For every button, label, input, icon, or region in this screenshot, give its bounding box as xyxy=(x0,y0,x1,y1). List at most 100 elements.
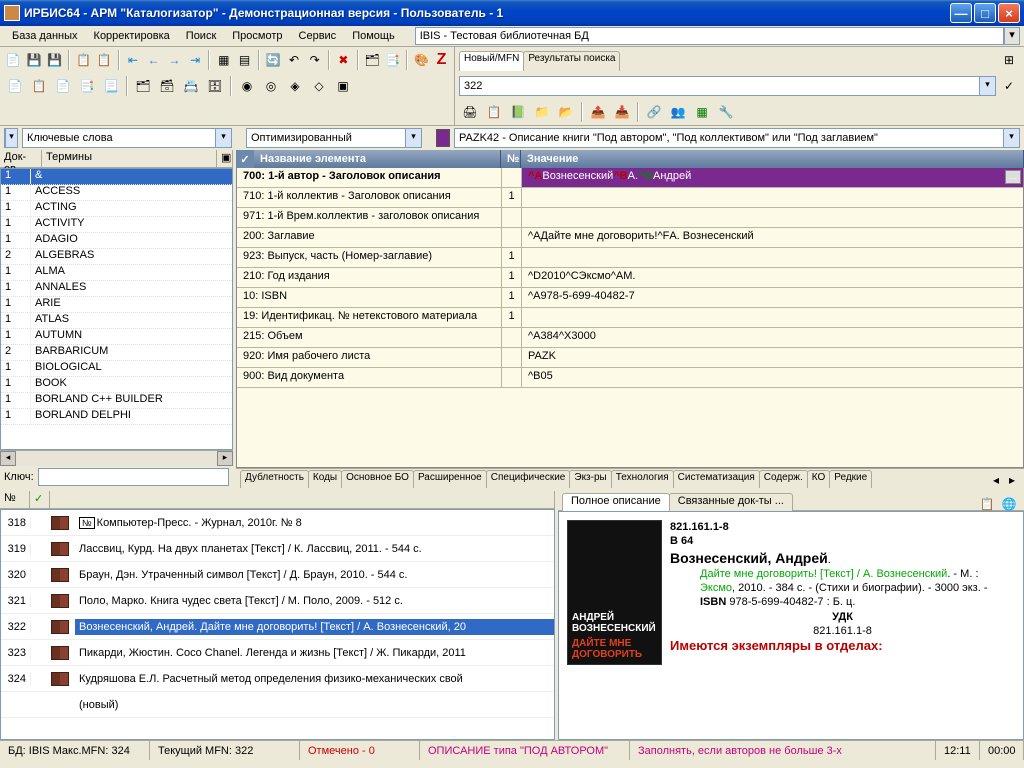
doc5-icon[interactable]: 📃 xyxy=(100,75,122,97)
field-row[interactable]: 971: 1-й Врем.коллектив - заголовок опис… xyxy=(237,208,1023,228)
redo-icon[interactable]: ↷ xyxy=(305,49,324,71)
field-row[interactable]: 200: Заглавие^AДайте мне договорить!^FА.… xyxy=(237,228,1023,248)
term-row[interactable]: 1ALMA xyxy=(1,265,232,281)
close-button[interactable]: × xyxy=(998,3,1020,23)
term-row[interactable]: 1BIOLOGICAL xyxy=(1,361,232,377)
save-all-icon[interactable]: 💾 xyxy=(45,49,64,71)
card3-icon[interactable]: 📇 xyxy=(180,75,202,97)
tool1-icon[interactable]: 🗂 xyxy=(363,49,382,71)
key-input[interactable] xyxy=(38,468,229,486)
keyword-dropdown[interactable]: ▾ xyxy=(215,129,231,147)
last-icon[interactable]: ⇥ xyxy=(186,49,205,71)
pin-icon[interactable]: ▣ xyxy=(217,150,233,167)
reccol-desc[interactable] xyxy=(50,491,555,509)
term-row[interactable]: 2ALGEBRAS xyxy=(1,249,232,265)
record-row[interactable]: (новый) xyxy=(1,692,554,718)
field-tab[interactable]: Редкие xyxy=(829,470,872,488)
tab-full-desc[interactable]: Полное описание xyxy=(562,493,670,511)
field-row[interactable]: 920: Имя рабочего листаPAZK xyxy=(237,348,1023,368)
tab-scroll-left-icon[interactable]: ◂ xyxy=(988,472,1004,488)
expand-button[interactable]: … xyxy=(1005,170,1021,184)
field-tab[interactable]: Содерж. xyxy=(759,470,808,488)
paint-icon[interactable]: 🎨 xyxy=(412,49,431,71)
mfn-go-icon[interactable]: ✓ xyxy=(998,75,1020,97)
field-row[interactable]: 710: 1-й коллектив - Заголовок описания1 xyxy=(237,188,1023,208)
record-row[interactable]: 319Лассвиц, Курд. На двух планетах [Текс… xyxy=(1,536,554,562)
action2-icon[interactable]: ◎ xyxy=(260,75,282,97)
field-tab[interactable]: Систематизация xyxy=(673,470,760,488)
excel-icon[interactable]: ▦ xyxy=(691,101,713,123)
paste-icon[interactable]: 📋 xyxy=(95,49,114,71)
folder2-icon[interactable]: 📂 xyxy=(555,101,577,123)
card2-icon[interactable]: 🗃 xyxy=(156,75,178,97)
card1-icon[interactable]: 🗂 xyxy=(132,75,154,97)
reccol-check[interactable]: ✓ xyxy=(30,491,50,509)
field-tab[interactable]: Расширенное xyxy=(413,470,487,488)
doc1-icon[interactable]: 📄 xyxy=(4,75,26,97)
menu-correct[interactable]: Корректировка xyxy=(86,28,178,44)
record-row[interactable]: 323Пикарди, Жюстин. Coco Chanel. Легенда… xyxy=(1,640,554,666)
tab-scroll-right-icon[interactable]: ▸ xyxy=(1004,472,1020,488)
term-row[interactable]: 1ANNALES xyxy=(1,281,232,297)
term-row[interactable]: 2BARBARICUM xyxy=(1,345,232,361)
link-icon[interactable]: 🔗 xyxy=(643,101,665,123)
term-row[interactable]: 1ADAGIO xyxy=(1,233,232,249)
menu-view[interactable]: Просмотр xyxy=(224,28,290,44)
record-row[interactable]: 318№Компьютер-Пресс. - Журнал, 2010г. № … xyxy=(1,510,554,536)
term-row[interactable]: 1& xyxy=(1,169,232,185)
tool-icon[interactable]: 🔧 xyxy=(715,101,737,123)
database-input[interactable] xyxy=(415,27,1004,45)
book-icon[interactable]: 📗 xyxy=(507,101,529,123)
import-icon[interactable]: 📥 xyxy=(611,101,633,123)
mfn-input[interactable] xyxy=(460,77,979,95)
fields-col-no[interactable]: № xyxy=(501,150,521,168)
tab-new-mfn[interactable]: Новый/MFN xyxy=(459,51,524,71)
term-row[interactable]: 1ACTING xyxy=(1,201,232,217)
doc3-icon[interactable]: 📄 xyxy=(52,75,74,97)
field-tab[interactable]: Дублетность xyxy=(240,470,309,488)
field-row[interactable]: 19: Идентификац. № нетекстового материал… xyxy=(237,308,1023,328)
terms-hscroll[interactable]: ◂▸ xyxy=(0,450,233,466)
z-button[interactable]: Z xyxy=(433,49,450,71)
small-dropdown[interactable]: ▾ xyxy=(5,129,17,147)
reccol-num[interactable]: № xyxy=(0,491,30,509)
terms-col-term[interactable]: Термины xyxy=(42,150,217,167)
menu-database[interactable]: База данных xyxy=(4,28,86,44)
next-icon[interactable]: → xyxy=(165,49,184,71)
menu-search[interactable]: Поиск xyxy=(178,28,224,44)
check-icon[interactable] xyxy=(436,129,450,147)
term-row[interactable]: 1BORLAND C++ BUILDER xyxy=(1,393,232,409)
print-icon[interactable]: 🖨 xyxy=(459,101,481,123)
view1-icon[interactable]: ▦ xyxy=(214,49,233,71)
record-row[interactable]: 322Вознесенский, Андрей. Дайте мне догов… xyxy=(1,614,554,640)
field-tab[interactable]: Экз-ры xyxy=(569,470,611,488)
cards-icon[interactable]: 📋 xyxy=(483,101,505,123)
field-tab[interactable]: Основное БО xyxy=(341,470,414,488)
term-row[interactable]: 1ARIE xyxy=(1,297,232,313)
view2-icon[interactable]: ▤ xyxy=(235,49,254,71)
record-row[interactable]: 321Поло, Марко. Книга чудес света [Текст… xyxy=(1,588,554,614)
field-row[interactable]: 215: Объем^A384^X3000 xyxy=(237,328,1023,348)
records-list[interactable]: 318№Компьютер-Пресс. - Журнал, 2010г. № … xyxy=(0,509,555,740)
term-row[interactable]: 1ATLAS xyxy=(1,313,232,329)
tab-results[interactable]: Результаты поиска xyxy=(523,51,620,71)
field-tab[interactable]: Технология xyxy=(611,470,674,488)
doc4-icon[interactable]: 📑 xyxy=(76,75,98,97)
minimize-button[interactable]: — xyxy=(950,3,972,23)
term-row[interactable]: 1ACCESS xyxy=(1,185,232,201)
field-row[interactable]: 700: 1-й автор - Заголовок описания^AВоз… xyxy=(237,168,1023,188)
folder-icon[interactable]: 📁 xyxy=(531,101,553,123)
fields-col-value[interactable]: Значение xyxy=(521,150,1024,168)
field-tab[interactable]: Коды xyxy=(308,470,342,488)
fields-col-name[interactable]: Название элемента xyxy=(254,150,501,168)
menu-service[interactable]: Сервис xyxy=(291,28,345,44)
maximize-button[interactable]: □ xyxy=(974,3,996,23)
keyword-combo[interactable] xyxy=(23,129,215,147)
doc2-icon[interactable]: 📋 xyxy=(28,75,50,97)
database-dropdown[interactable]: ▾ xyxy=(1004,27,1020,45)
field-tab[interactable]: КО xyxy=(807,470,831,488)
people-icon[interactable]: 👥 xyxy=(667,101,689,123)
field-row[interactable]: 10: ISBN1^A978-5-699-40482-7 xyxy=(237,288,1023,308)
action3-icon[interactable]: ◈ xyxy=(284,75,306,97)
term-row[interactable]: 1AUTUMN xyxy=(1,329,232,345)
